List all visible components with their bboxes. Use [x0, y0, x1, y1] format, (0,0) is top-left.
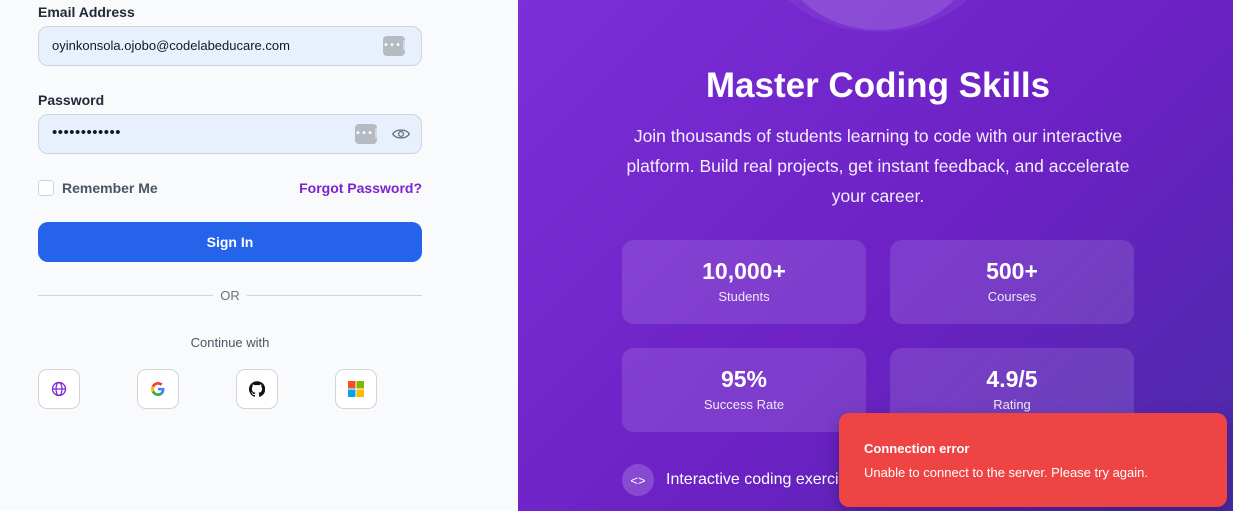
- code-icon: <>: [622, 464, 654, 496]
- eye-icon[interactable]: [392, 127, 410, 141]
- stat-label: Students: [718, 289, 770, 304]
- stat-label: Success Rate: [703, 397, 785, 412]
- globe-icon: [51, 381, 67, 397]
- stat-card-students: 10,000+ Students: [622, 240, 866, 324]
- google-icon: [151, 382, 165, 396]
- decorative-circle: [778, 0, 978, 30]
- stat-label: Rating: [993, 397, 1031, 412]
- password-value: ••••••••••••: [52, 124, 122, 141]
- github-login-button[interactable]: [236, 369, 278, 409]
- email-field[interactable]: oyinkonsola.ojobo@codelabeducare.com •••…: [38, 26, 422, 66]
- sign-in-button[interactable]: Sign In: [38, 222, 422, 262]
- stat-value: 500+: [986, 258, 1038, 284]
- divider-left: [38, 295, 213, 296]
- password-label: Password: [38, 92, 105, 108]
- email-label: Email Address: [38, 4, 135, 20]
- stat-card-success-rate: 95% Success Rate: [622, 348, 866, 432]
- microsoft-login-button[interactable]: [335, 369, 377, 409]
- error-toast[interactable]: Connection error Unable to connect to th…: [839, 413, 1227, 507]
- autofill-icon[interactable]: •••|: [383, 36, 407, 56]
- hero-subtitle: Join thousands of students learning to c…: [626, 126, 1130, 206]
- divider-right: [247, 295, 422, 296]
- continue-with-label: Continue with: [190, 335, 270, 350]
- password-field[interactable]: •••••••••••• •••|: [38, 114, 422, 154]
- globe-login-button[interactable]: [38, 369, 80, 409]
- autofill-icon[interactable]: •••|: [355, 124, 379, 144]
- toast-title: Connection error: [864, 441, 970, 456]
- hero-title: Master Coding Skills: [705, 66, 1051, 105]
- forgot-password-link[interactable]: Forgot Password?: [299, 180, 422, 196]
- microsoft-icon: [348, 381, 364, 397]
- stat-label: Courses: [987, 289, 1037, 304]
- google-login-button[interactable]: [137, 369, 179, 409]
- feature-item: <> Interactive coding exercises: [622, 464, 863, 496]
- stat-value: 4.9/5: [986, 366, 1038, 392]
- remember-me[interactable]: Remember Me: [38, 180, 158, 196]
- email-value: oyinkonsola.ojobo@codelabeducare.com: [52, 38, 290, 53]
- remember-label: Remember Me: [62, 180, 158, 196]
- remember-checkbox[interactable]: [38, 180, 54, 196]
- stat-value: 95%: [720, 366, 768, 392]
- github-icon: [249, 381, 265, 397]
- toast-message: Unable to connect to the server. Please …: [864, 465, 1149, 480]
- or-divider-label: OR: [220, 288, 240, 303]
- stat-card-courses: 500+ Courses: [890, 240, 1134, 324]
- stat-value: 10,000+: [702, 258, 786, 284]
- login-panel: Email Address oyinkonsola.ojobo@codelabe…: [0, 0, 518, 511]
- feature-text: Interactive coding exercises: [666, 471, 864, 488]
